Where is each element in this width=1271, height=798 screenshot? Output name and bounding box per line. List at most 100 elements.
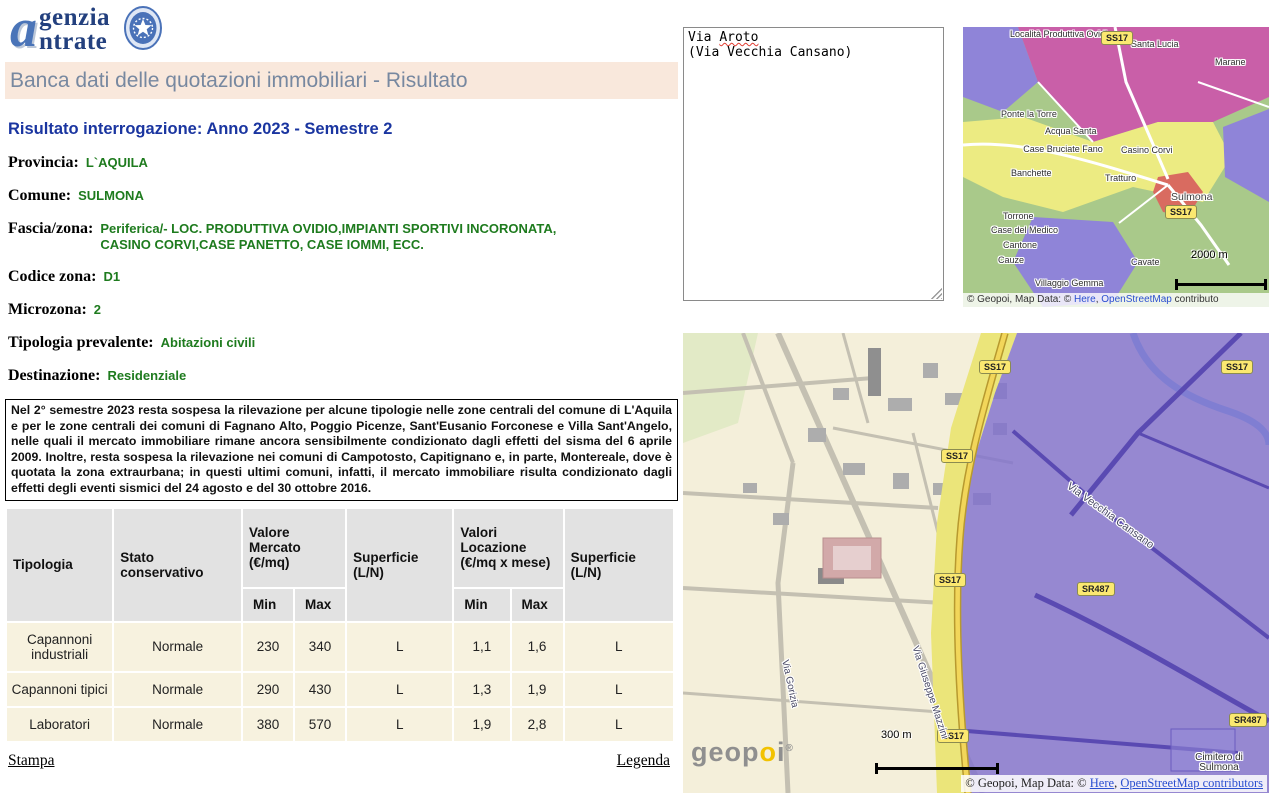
cell-stato: Normale	[114, 623, 241, 671]
table-row: Laboratori Normale 380 570 L 1,9 2,8 L	[7, 708, 673, 741]
attribution-text: contributo	[1172, 294, 1219, 305]
overview-map[interactable]: Località Produttiva Ovidio Santa Lucia M…	[963, 27, 1269, 307]
map-place-label: Casino Corvi	[1121, 145, 1173, 155]
cell-valore-max: 340	[295, 623, 345, 671]
map-place-label: Case Bruciate Fano	[1021, 144, 1105, 154]
map-place-label: Acqua Santa	[1045, 126, 1097, 136]
map-attribution: © Geopoi, Map Data: © Here, OpenStreetMa…	[961, 775, 1267, 792]
address-textarea[interactable]: Via Aroto (Via Vecchia Cansano)	[683, 27, 944, 301]
detail-map[interactable]: SS17 SS17 SS17 SS17 SS17 SR487 SR487 Via…	[683, 333, 1269, 793]
address-text: Via	[688, 30, 719, 45]
map-place-label: Case del Medico	[991, 225, 1058, 235]
road-badge-sr487: SR487	[1077, 582, 1115, 596]
map-place-label: Cantone	[1003, 240, 1037, 250]
cell-stato: Normale	[114, 673, 241, 706]
here-link[interactable]: Here	[1090, 776, 1114, 790]
col-header-superficie-2: Superficie (L/N)	[565, 509, 673, 621]
road-badge-ss17: SS17	[1165, 205, 1197, 219]
field-value: Residenziale	[107, 368, 186, 384]
stampa-link[interactable]: Stampa	[8, 752, 55, 770]
address-line-1: Via Aroto	[688, 30, 939, 45]
registered-mark: ®	[786, 743, 794, 754]
logo-line-ntrate: ntrate	[39, 30, 110, 54]
openstreetmap-link[interactable]: OpenStreetMap	[1101, 294, 1172, 305]
detail-map-canvas	[683, 333, 1269, 793]
road-badge-ss17: SS17	[979, 360, 1011, 374]
quotations-table: Tipologia Stato conservativo Valore Merc…	[5, 507, 675, 743]
field-value: D1	[103, 269, 120, 285]
field-label: Tipologia prevalente:	[8, 334, 154, 352]
map-place-label: Banchette	[1011, 168, 1052, 178]
logo-letter-a: a	[10, 4, 37, 52]
field-label: Destinazione:	[8, 367, 100, 385]
subheader-min: Min	[243, 589, 293, 621]
table-row: Capannoni industriali Normale 230 340 L …	[7, 623, 673, 671]
field-microzona: Microzona: 2	[8, 301, 683, 319]
road-badge-ss17: SS17	[1221, 360, 1253, 374]
legenda-link[interactable]: Legenda	[617, 752, 670, 770]
col-header-valore-mercato: Valore Mercato (€/mq)	[243, 509, 345, 587]
cell-locazione-max: 1,9	[512, 673, 563, 706]
map-scale-text: 2000 m	[1191, 249, 1228, 261]
textarea-resize-handle[interactable]	[930, 287, 942, 299]
field-tipologia-prevalente: Tipologia prevalente: Abitazioni civili	[8, 334, 683, 352]
subheader-max: Max	[512, 589, 563, 621]
map-place-label-cimitero: Cimitero di Sulmona	[1181, 753, 1257, 773]
field-fascia-zona: Fascia/zona: Periferica/- LOC. PRODUTTIV…	[8, 220, 683, 253]
col-header-superficie-1: Superficie (L/N)	[347, 509, 452, 621]
result-heading: Risultato interrogazione: Anno 2023 - Se…	[8, 120, 683, 139]
cell-superficie-1: L	[347, 623, 452, 671]
field-destinazione: Destinazione: Residenziale	[8, 367, 683, 385]
openstreetmap-link[interactable]: OpenStreetMap contributors	[1120, 776, 1263, 790]
road-badge-ss17: SS17	[934, 573, 966, 587]
field-provincia: Provincia: L`AQUILA	[8, 154, 683, 172]
map-place-label: Tratturo	[1105, 173, 1136, 183]
cell-locazione-min: 1,9	[454, 708, 509, 741]
here-link[interactable]: Here	[1074, 294, 1096, 305]
attribution-text: © Geopoi, Map Data: ©	[967, 294, 1074, 305]
road-badge-sr487: SR487	[1229, 713, 1267, 727]
cell-superficie-2: L	[565, 623, 673, 671]
field-value: Abitazioni civili	[161, 335, 256, 351]
address-line-2: (Via Vecchia Cansano)	[688, 45, 939, 60]
field-comune: Comune: SULMONA	[8, 187, 683, 205]
map-place-label: Santa Lucia	[1131, 39, 1179, 49]
map-town-label: Sulmona	[1171, 192, 1212, 202]
cell-stato: Normale	[114, 708, 241, 741]
map-place-label: Ponte la Torre	[1001, 109, 1057, 119]
logo-wordmark: genzia ntrate	[39, 6, 110, 54]
geopoi-logo-text: i	[777, 737, 786, 767]
misspelled-word: Aroto	[719, 30, 758, 45]
table-row: Capannoni tipici Normale 290 430 L 1,3 1…	[7, 673, 673, 706]
logo-line-genzia: genzia	[39, 6, 110, 30]
field-label: Comune:	[8, 187, 71, 205]
cell-superficie-1: L	[347, 708, 452, 741]
field-label: Provincia:	[8, 154, 79, 172]
page: a genzia ntrate Banca dati delle quotazi…	[0, 0, 1271, 798]
field-label: Microzona:	[8, 301, 87, 319]
map-place-label: Marane	[1215, 57, 1246, 67]
map-attribution: © Geopoi, Map Data: © Here, OpenStreetMa…	[963, 293, 1269, 307]
cell-valore-min: 380	[243, 708, 293, 741]
cell-valore-min: 290	[243, 673, 293, 706]
overview-map-canvas	[963, 27, 1269, 307]
main-content: a genzia ntrate Banca dati delle quotazi…	[0, 0, 683, 770]
cell-tipologia: Capannoni industriali	[7, 623, 112, 671]
map-place-label: Cavate	[1131, 257, 1160, 267]
agenzia-entrate-logo: a genzia ntrate	[10, 4, 162, 55]
map-place-label: Cauze	[998, 255, 1024, 265]
geopoi-logo-text: p	[742, 737, 760, 767]
note-box: Nel 2° semestre 2023 resta sospesa la ri…	[5, 399, 678, 501]
cell-locazione-max: 2,8	[512, 708, 563, 741]
page-title: Banca dati delle quotazioni immobiliari …	[5, 62, 678, 99]
cell-tipologia: Capannoni tipici	[7, 673, 112, 706]
map-place-label: Villaggio Gemma	[1035, 278, 1103, 288]
field-value: 2	[94, 302, 101, 318]
map-scale-bar	[875, 763, 999, 774]
field-value: SULMONA	[78, 188, 144, 204]
subheader-min: Min	[454, 589, 509, 621]
map-scale-bar	[1175, 279, 1267, 290]
cell-locazione-min: 1,1	[454, 623, 509, 671]
subheader-max: Max	[295, 589, 345, 621]
col-header-tipologia: Tipologia	[7, 509, 112, 621]
